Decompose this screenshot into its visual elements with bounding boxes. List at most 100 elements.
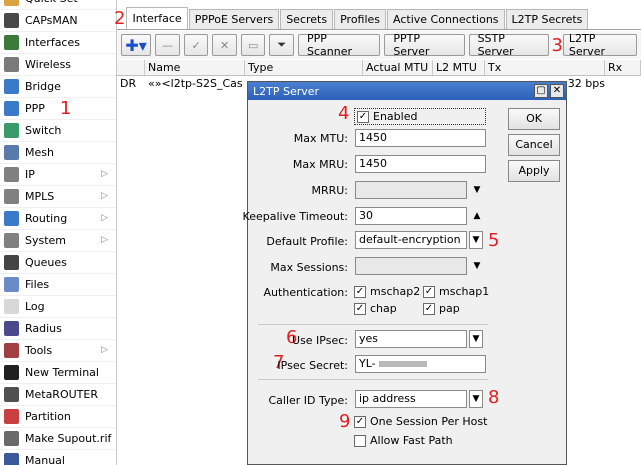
column-flags[interactable] [117,60,145,75]
keepalive-field[interactable]: 30 [355,207,467,225]
sidebar-item-switch[interactable]: Switch [0,120,116,142]
ppp-toolbar: ✚▾ — ✓ ✕ ▭ ⏷ PPP Scanner PPTP Server SST… [117,31,641,59]
mschap2-checkbox[interactable]: ✓ mschap2 [354,285,420,298]
minus-icon[interactable]: — [155,34,180,56]
wireless-icon [4,57,19,72]
sidebar-item-label: Make Supout.rif [25,432,112,445]
chap-checkbox[interactable]: ✓ chap [354,302,397,315]
filter-icon[interactable]: ⏷ [269,34,295,56]
check-icon: ✓ [423,285,435,298]
mrru-field[interactable] [355,181,467,199]
ipsec-secret-label: IPsec Secret: [277,359,348,372]
use-ipsec-label: Use IPsec: [292,334,348,347]
one-session-label: One Session Per Host [370,415,488,428]
triangle-down-icon[interactable]: ▼ [470,181,484,199]
ipsec-secret-field[interactable]: YL- [355,355,486,373]
mschap1-checkbox[interactable]: ✓ mschap1 [423,285,489,298]
caller-id-select[interactable]: ip address [355,390,467,408]
sidebar-item-wireless[interactable]: Wireless [0,54,116,76]
sidebar-item-label: Tools [25,344,53,357]
apply-button[interactable]: Apply [508,160,560,182]
sidebar-item-quick-set[interactable]: Quick Set [0,0,116,10]
dropdown-arrow-icon[interactable]: ▼ [469,231,483,249]
tab-l2tp-secrets[interactable]: L2TP Secrets [505,9,589,29]
column-rx[interactable]: Rx [605,60,641,75]
sidebar-item-label: MPLS [25,190,55,203]
triangle-down-icon[interactable]: ▼ [470,257,484,275]
sidebar-item-routing[interactable]: Routing ▷ [0,208,116,230]
sidebar-item-mesh[interactable]: Mesh [0,142,116,164]
sidebar-item-system[interactable]: System ▷ [0,230,116,252]
table-header: Name Type Actual MTU L2 MTU Tx Rx [117,60,641,76]
column-actual-mtu[interactable]: Actual MTU [363,60,433,75]
annotation-number: 1 [60,98,72,119]
check-icon[interactable]: ✓ [183,34,209,56]
sidebar-item-ppp[interactable]: PPP 1 [0,98,116,120]
sidebar-item-files[interactable]: Files [0,274,116,296]
tab-interface[interactable]: Interface [126,7,188,29]
bridge-icon [4,79,19,94]
system-icon [4,233,19,248]
max-mru-field[interactable]: 1450 [355,155,486,173]
sidebar-item-log[interactable]: Log [0,296,116,318]
max-mtu-field[interactable]: 1450 [355,129,486,147]
tab-secrets[interactable]: Secrets [280,9,334,29]
allow-fast-path-checkbox[interactable]: Allow Fast Path [354,434,453,447]
sidebar-item-capsman[interactable]: CAPsMAN [0,10,116,32]
one-session-checkbox[interactable]: ✓ One Session Per Host [354,415,487,428]
use-ipsec-select[interactable]: yes [355,330,467,348]
sidebar-item-ip[interactable]: IP ▷ [0,164,116,186]
close-icon[interactable]: ✕ [550,84,564,98]
annotation-number: 9 [339,411,351,432]
sidebar-item-manual[interactable]: Manual [0,450,116,465]
sidebar-item-label: IP [25,168,35,181]
ppp-tabs: 2 Interface PPPoE Servers Secrets Profiles A… [114,7,641,30]
sidebar-item-make-supout-rif[interactable]: Make Supout.rif [0,428,116,450]
plus-icon[interactable]: ✚▾ [121,34,152,56]
ok-button[interactable]: OK [508,108,560,130]
default-profile-select[interactable]: default-encryption [355,231,467,249]
sidebar-item-interfaces[interactable]: Interfaces [0,32,116,54]
default-profile-label: Default Profile: [266,235,348,248]
tab-profiles[interactable]: Profiles [334,9,387,29]
sidebar-item-metarouter[interactable]: MetaROUTER [0,384,116,406]
tab-active-connections[interactable]: Active Connections [387,9,505,29]
dropdown-arrow-icon[interactable]: ▼ [469,390,483,408]
sstp-server-button[interactable]: SSTP Server [468,32,550,58]
x-icon[interactable]: ✕ [212,34,237,56]
sidebar-item-label: PPP [25,102,45,115]
triangle-up-icon[interactable]: ▲ [470,207,484,225]
divider [258,379,488,380]
max-sessions-field[interactable] [355,257,467,275]
sidebar-item-partition[interactable]: Partition [0,406,116,428]
dialog-titlebar[interactable]: L2TP Server [248,82,566,100]
dropdown-arrow-icon[interactable]: ▼ [469,330,483,348]
enabled-checkbox[interactable]: ✓ Enabled [354,108,486,125]
mschap1-label: mschap1 [439,285,490,298]
tab-pppoe-servers[interactable]: PPPoE Servers [188,9,280,29]
column-tx[interactable]: Tx [485,60,605,75]
pptp-server-button[interactable]: PPTP Server [384,32,465,58]
files-icon [4,277,19,292]
row-flags: DR [120,77,137,90]
comment-icon[interactable]: ▭ [240,34,266,56]
column-name[interactable]: Name [145,60,245,75]
restore-icon[interactable]: ▢ [534,84,548,98]
sidebar-item-queues[interactable]: Queues [0,252,116,274]
row-name: «»<l2tp-S2S_Cas [148,77,243,90]
sidebar-item-bridge[interactable]: Bridge [0,76,116,98]
sidebar-item-mpls[interactable]: MPLS ▷ [0,186,116,208]
metarouter-icon [4,387,19,402]
switch-icon [4,123,19,138]
cancel-button[interactable]: Cancel [508,134,560,156]
sidebar-item-label: Routing [25,212,68,225]
ppp-scanner-button[interactable]: PPP Scanner [298,32,381,58]
sidebar-item-tools[interactable]: Tools ▷ [0,340,116,362]
l2tp-server-button[interactable]: L2TP Server [562,32,638,58]
submenu-arrow-icon: ▷ [101,169,108,179]
sidebar-item-radius[interactable]: Radius [0,318,116,340]
pap-checkbox[interactable]: ✓ pap [423,302,460,315]
column-type[interactable]: Type [245,60,363,75]
column-l2-mtu[interactable]: L2 MTU [433,60,485,75]
sidebar-item-new-terminal[interactable]: New Terminal [0,362,116,384]
